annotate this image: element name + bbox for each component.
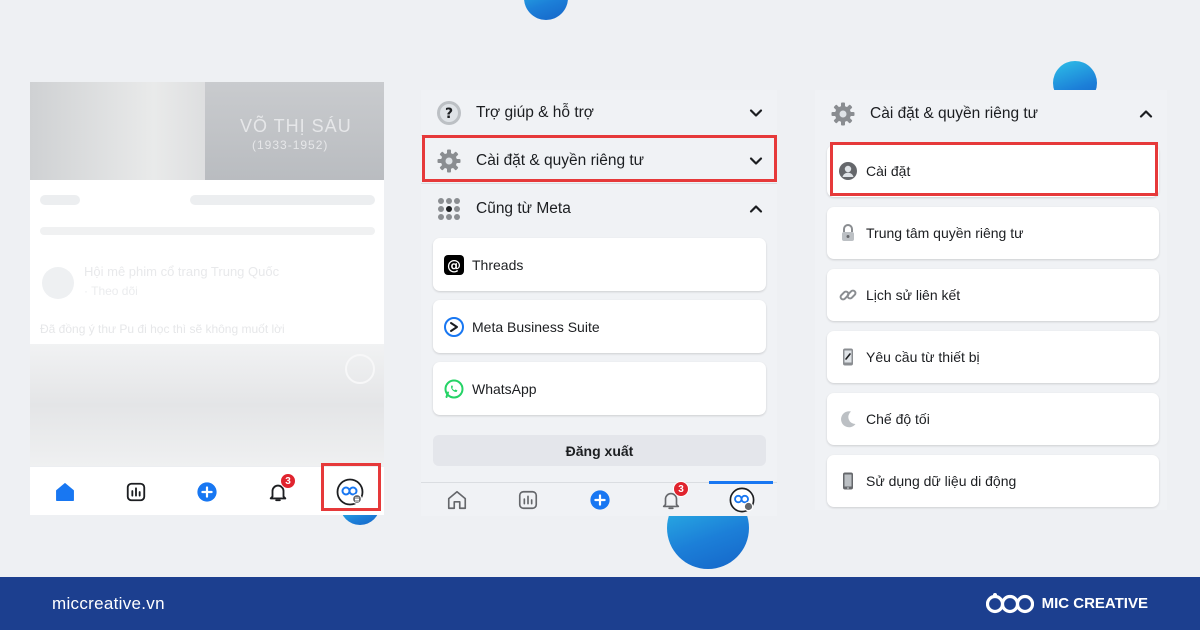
help-support-row[interactable]: ? Trợ giúp & hỗ trợ (421, 90, 777, 136)
bottom-nav: 3 (421, 481, 777, 516)
brand-logo: MIC CREATIVE (985, 590, 1148, 618)
highlight-menu-button (321, 463, 381, 511)
meta-business-suite-icon (444, 316, 464, 337)
active-tab-indicator (709, 481, 773, 484)
settings-item-link-history[interactable]: Lịch sử liên kết (827, 269, 1159, 321)
settings-privacy-header[interactable]: Cài đặt & quyền riêng tư (815, 90, 1167, 138)
settings-item-mobile-data[interactable]: Sử dụng dữ liệu di động (827, 455, 1159, 507)
phone-icon (838, 471, 858, 491)
dashboard-icon[interactable] (516, 488, 540, 512)
help-icon: ? (436, 100, 462, 126)
post-follow: · Theo dõi (84, 284, 138, 298)
app-card-threads[interactable]: @ Threads (433, 238, 766, 291)
reaction-counts (190, 195, 375, 205)
brand-name: MIC CREATIVE (1041, 595, 1148, 612)
post-media: VÕ THỊ SÁU (1933-1952) (30, 82, 384, 180)
app-card-meta-business-suite[interactable]: Meta Business Suite (433, 300, 766, 353)
settings-item-label: Trung tâm quyền riêng tư (866, 225, 1024, 241)
help-support-label: Trợ giúp & hỗ trợ (476, 103, 594, 121)
logout-button[interactable]: Đăng xuất (433, 435, 766, 466)
settings-item-dark-mode[interactable]: Chế độ tối (827, 393, 1159, 445)
chevron-up-icon (749, 205, 763, 213)
device-icon (838, 347, 858, 367)
app-card-whatsapp[interactable]: WhatsApp (433, 362, 766, 415)
action-bar (40, 227, 375, 235)
facebook-feed-screen: VÕ THỊ SÁU (1933-1952) Hội mê phim cổ tr… (30, 82, 384, 515)
svg-text:@: @ (447, 258, 461, 274)
create-icon[interactable] (194, 479, 220, 505)
lock-icon (838, 223, 858, 243)
media-ring (345, 354, 375, 384)
dashboard-icon[interactable] (123, 479, 149, 505)
settings-item-label: Lịch sử liên kết (866, 287, 961, 303)
app-label: Threads (472, 256, 524, 273)
whatsapp-icon (444, 379, 464, 399)
settings-item-label: Yêu cầu từ thiết bị (866, 349, 980, 365)
brand-footer: miccreative.vn MIC CREATIVE (0, 577, 1200, 630)
menu-profile-icon[interactable] (728, 486, 756, 514)
post-title: Hội mê phim cổ trang Trung Quốc (84, 264, 280, 279)
reaction-bar (40, 195, 80, 205)
moon-icon (838, 409, 858, 429)
gear-icon (830, 101, 856, 127)
feed-media (30, 344, 384, 466)
settings-privacy-label: Cài đặt & quyền riêng tư (870, 105, 1039, 122)
website-url: miccreative.vn (52, 593, 165, 613)
chevron-down-icon (749, 108, 763, 117)
meta-apps-grid-icon (436, 196, 462, 222)
mic-creative-logo-icon (985, 592, 1034, 613)
home-icon[interactable] (52, 479, 78, 505)
threads-icon: @ (444, 254, 464, 275)
decor-circle-top (524, 0, 568, 20)
settings-item-label: Chế độ tối (866, 411, 930, 427)
also-from-meta-row[interactable]: Cũng từ Meta (421, 186, 777, 232)
link-icon (838, 285, 858, 305)
app-label: WhatsApp (472, 380, 537, 397)
chevron-up-icon (1139, 110, 1153, 118)
page-avatar (42, 267, 74, 299)
settings-item-device-requests[interactable]: Yêu cầu từ thiết bị (827, 331, 1159, 383)
media-years: (1933-1952) (252, 138, 329, 152)
create-icon[interactable] (588, 488, 612, 512)
settings-item-label: Sử dụng dữ liệu di động (866, 473, 1017, 489)
notifications-badge: 3 (673, 481, 689, 497)
highlight-settings-row (422, 135, 777, 182)
also-from-meta-label: Cũng từ Meta (476, 200, 571, 217)
highlight-settings-item (830, 142, 1158, 196)
media-caption: VÕ THỊ SÁU (240, 116, 352, 136)
notifications-badge: 3 (280, 473, 296, 489)
svg-text:?: ? (445, 106, 453, 122)
post-text: Đã đồng ý thư Pu đi học thì sẽ không muố… (40, 322, 285, 336)
settings-item-privacy-center[interactable]: Trung tâm quyền riêng tư (827, 207, 1159, 259)
home-icon[interactable] (445, 488, 469, 512)
app-label: Meta Business Suite (472, 318, 600, 335)
